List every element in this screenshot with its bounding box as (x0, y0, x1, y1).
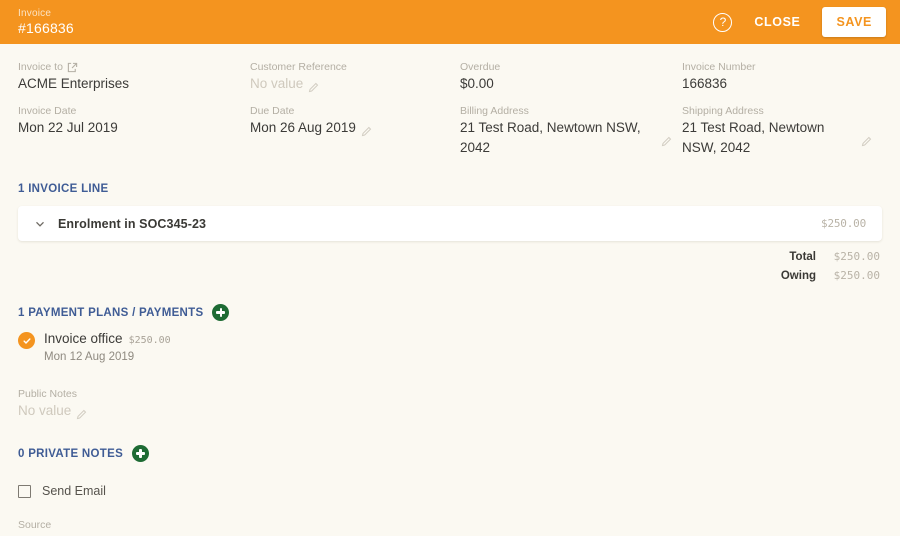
field-label: Overdue (460, 60, 672, 74)
field-customer-reference: Customer Reference No value (250, 60, 460, 94)
header-title-block: Invoice #166836 (18, 8, 74, 36)
field-label: Invoice to (18, 60, 240, 74)
field-value: Mon 22 Jul 2019 (18, 118, 240, 138)
page-body: Invoice to ACME Enterprises Customer Ref… (0, 44, 900, 536)
send-email-row[interactable]: Send Email (18, 484, 882, 498)
invoice-line-row[interactable]: Enrolment in SOC345-23 $250.00 (18, 206, 882, 241)
total-row: Total $250.00 (18, 250, 882, 263)
header-actions: ? CLOSE SAVE (713, 7, 886, 37)
app-header: Invoice #166836 ? CLOSE SAVE (0, 0, 900, 44)
chevron-down-icon[interactable] (32, 216, 48, 232)
field-invoice-to: Invoice to ACME Enterprises (18, 60, 250, 94)
payment-amount: $250.00 (128, 335, 171, 346)
invoice-lines-section: 1 INVOICE LINE Enrolment in SOC345-23 $2… (18, 182, 882, 282)
page-title: #166836 (18, 20, 74, 36)
field-value-text: 166836 (682, 76, 728, 91)
public-notes-label: Public Notes (18, 388, 77, 400)
pencil-icon[interactable] (661, 133, 672, 146)
field-invoice-date: Invoice Date Mon 22 Jul 2019 (18, 104, 250, 158)
field-source: Source office (18, 518, 882, 536)
header-kicker: Invoice (18, 8, 52, 19)
field-value: 166836 (682, 74, 872, 94)
payments-heading: 1 PAYMENT PLANS / PAYMENTS (18, 304, 882, 321)
field-label-text: Shipping Address (682, 105, 764, 117)
total-amount: $250.00 (833, 250, 880, 263)
payment-main: Invoice office $250.00 (44, 330, 171, 347)
owing-amount: $250.00 (833, 269, 880, 282)
owing-label: Owing (780, 270, 816, 282)
owing-row: Owing $250.00 (18, 269, 882, 282)
payment-name: Invoice office (44, 331, 123, 346)
source-label: Source (18, 519, 52, 531)
pencil-icon[interactable] (361, 123, 372, 136)
field-label: Invoice Number (682, 60, 872, 74)
field-label-text: Invoice to (18, 61, 63, 73)
private-notes-heading-text: 0 PRIVATE NOTES (18, 447, 124, 460)
pencil-icon[interactable] (76, 406, 87, 419)
field-billing-address: Billing Address 21 Test Road, Newtown NS… (460, 104, 682, 158)
field-invoice-number: Invoice Number 166836 (682, 60, 882, 94)
total-label: Total (789, 251, 816, 263)
field-value: 21 Test Road, Newtown NSW, 2042 (682, 118, 872, 158)
private-notes-heading: 0 PRIVATE NOTES (18, 445, 882, 462)
field-label-text: Billing Address (460, 105, 529, 117)
plus-circle-icon (216, 308, 226, 317)
field-label-text: Due Date (250, 105, 295, 117)
invoice-summary-fields: Invoice to ACME Enterprises Customer Ref… (18, 60, 882, 158)
field-label-text: Overdue (460, 61, 501, 73)
pencil-icon[interactable] (861, 133, 872, 146)
field-label-text: Invoice Date (18, 105, 77, 117)
invoice-detail-page: Invoice #166836 ? CLOSE SAVE Invoice to (0, 0, 900, 536)
field-due-date: Due Date Mon 26 Aug 2019 (250, 104, 460, 158)
field-overdue: Overdue $0.00 (460, 60, 682, 94)
field-label-text: Customer Reference (250, 61, 347, 73)
field-label-text: Invoice Number (682, 61, 756, 73)
field-value-text: No value (250, 76, 304, 91)
close-button[interactable]: CLOSE (748, 9, 806, 35)
invoice-line-amount: $250.00 (821, 217, 866, 230)
field-value: $0.00 (460, 74, 672, 94)
field-label: Customer Reference (250, 60, 450, 74)
help-icon[interactable]: ? (713, 12, 733, 32)
save-button[interactable]: SAVE (822, 7, 886, 37)
field-value-text: Mon 22 Jul 2019 (18, 120, 118, 135)
field-label: Billing Address (460, 104, 672, 118)
public-notes-value-text: No value (18, 403, 72, 418)
external-link-icon[interactable] (67, 62, 78, 73)
field-value-text: ACME Enterprises (18, 76, 130, 91)
field-shipping-address: Shipping Address 21 Test Road, Newtown N… (682, 104, 882, 158)
pencil-icon[interactable] (308, 79, 319, 92)
plus-circle-icon (136, 449, 146, 458)
check-circle-icon (18, 332, 35, 349)
send-email-label: Send Email (42, 484, 106, 498)
field-value-text: $0.00 (460, 76, 494, 91)
invoice-lines-heading-text: 1 INVOICE LINE (18, 183, 109, 195)
payment-details: Invoice office $250.00 Mon 12 Aug 2019 (44, 330, 171, 365)
invoice-totals: Total $250.00 Owing $250.00 (18, 250, 882, 282)
source-value: office (18, 532, 882, 536)
send-email-checkbox[interactable] (18, 484, 31, 498)
field-value: No value (250, 74, 450, 94)
payment-row[interactable]: Invoice office $250.00 Mon 12 Aug 2019 (18, 330, 882, 365)
private-notes-section: 0 PRIVATE NOTES (18, 445, 882, 462)
field-value-text: 21 Test Road, Newtown NSW, 2042 (682, 120, 825, 155)
invoice-lines-heading: 1 INVOICE LINE (18, 182, 882, 196)
add-private-note-button[interactable] (132, 445, 150, 462)
field-value: Mon 26 Aug 2019 (250, 118, 450, 138)
payments-section: 1 PAYMENT PLANS / PAYMENTS Invoice offic… (18, 304, 882, 365)
field-value-text: 21 Test Road, Newtown NSW, 2042 (460, 120, 641, 155)
field-value: ACME Enterprises (18, 74, 240, 94)
field-label: Invoice Date (18, 104, 240, 118)
payments-heading-text: 1 PAYMENT PLANS / PAYMENTS (18, 306, 204, 319)
add-payment-button[interactable] (212, 304, 230, 321)
field-value-text: Mon 26 Aug 2019 (250, 120, 356, 135)
payment-date: Mon 12 Aug 2019 (44, 351, 135, 363)
invoice-line-title: Enrolment in SOC345-23 (58, 216, 207, 231)
field-label: Shipping Address (682, 104, 872, 118)
public-notes-value: No value (18, 401, 882, 421)
field-public-notes: Public Notes No value (18, 387, 882, 421)
field-label: Due Date (250, 104, 450, 118)
field-value: 21 Test Road, Newtown NSW, 2042 (460, 118, 672, 158)
